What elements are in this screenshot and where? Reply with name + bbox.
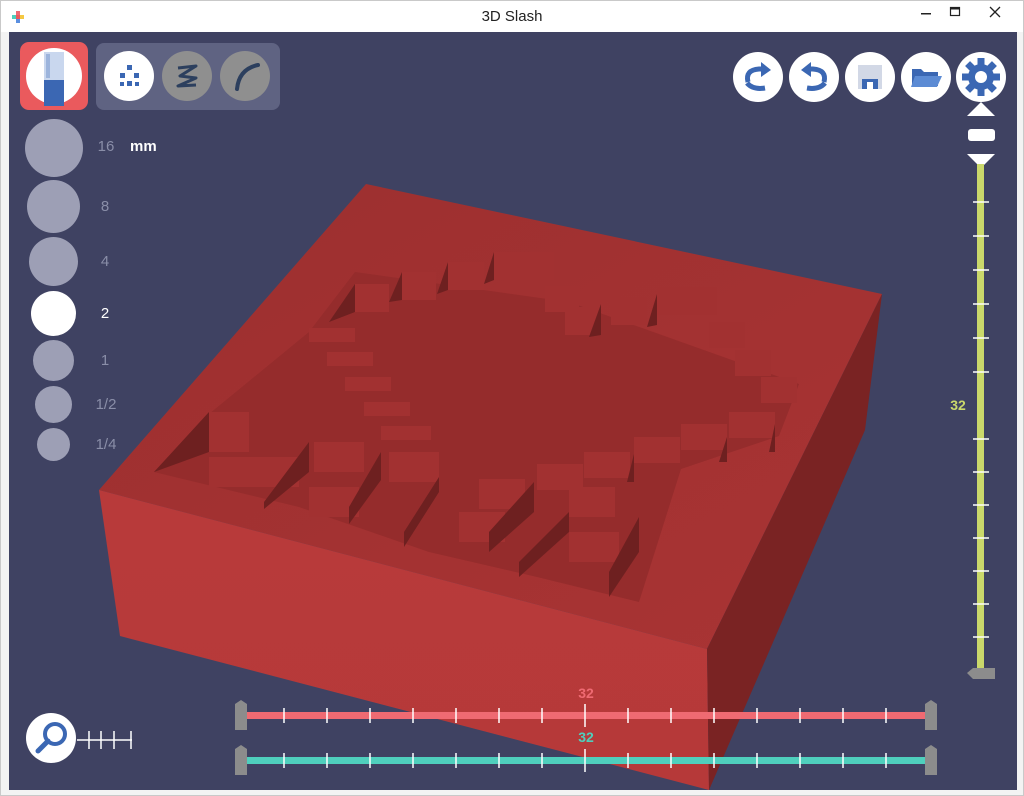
redo-button[interactable] — [733, 52, 783, 102]
brush-size-4[interactable] — [29, 237, 78, 286]
hammer-icon — [26, 48, 82, 106]
settings-button[interactable] — [956, 52, 1006, 102]
brush-size-label-half: 1/2 — [95, 396, 117, 413]
bottom-slider-value: 32 — [578, 729, 594, 745]
brush-size-quarter[interactable] — [37, 428, 70, 461]
app-window: 3D Slash 16 mm 8 4 2 1 1/2 1/4 32 32 32 — [0, 0, 1024, 796]
slider-up-arrow-icon[interactable] — [967, 102, 995, 116]
minimize-icon — [921, 13, 931, 15]
close-icon — [989, 6, 1001, 18]
unit-label: mm — [130, 138, 157, 155]
curve-tool-button[interactable] — [220, 51, 270, 101]
slider-handle[interactable] — [968, 129, 995, 141]
vertical-slider-value: 32 — [950, 397, 966, 413]
magnifier-icon — [35, 722, 67, 754]
tool-group — [96, 43, 280, 110]
vertical-depth-slider[interactable] — [959, 102, 1009, 684]
top-slider-value: 32 — [578, 685, 594, 701]
brush-size-label-1: 1 — [100, 352, 110, 369]
brush-size-2[interactable] — [31, 291, 76, 336]
top-horizontal-slider[interactable] — [231, 700, 943, 730]
dots-tool-button[interactable] — [104, 51, 154, 101]
undo-button[interactable] — [789, 52, 839, 102]
brush-size-1[interactable] — [33, 340, 74, 381]
3d-model-block[interactable] — [9, 32, 1017, 790]
vertical-slider-end-handle[interactable] — [967, 668, 995, 679]
vertical-slider-track[interactable] — [977, 164, 984, 672]
close-button[interactable] — [973, 1, 1017, 25]
open-button[interactable] — [901, 52, 951, 102]
brush-size-label-8: 8 — [100, 198, 110, 215]
brush-size-half[interactable] — [35, 386, 72, 423]
redo-arrow-icon — [745, 62, 771, 91]
minimize-button[interactable] — [910, 1, 942, 25]
zigzag-tool-button[interactable] — [162, 51, 212, 101]
zigzag-icon — [176, 64, 198, 88]
hammer-tool-button[interactable] — [20, 42, 88, 110]
zoom-scale[interactable] — [77, 728, 137, 752]
brush-size-16[interactable] — [25, 119, 83, 177]
brush-size-label-16: 16 — [97, 138, 115, 155]
brush-size-label-4: 4 — [100, 253, 110, 270]
undo-arrow-icon — [801, 62, 827, 91]
title-bar: 3D Slash — [1, 1, 1023, 32]
save-button[interactable] — [845, 52, 895, 102]
brush-size-label-quarter: 1/4 — [95, 436, 117, 453]
brush-size-8[interactable] — [27, 180, 80, 233]
maximize-button[interactable] — [939, 1, 971, 25]
window-title: 3D Slash — [481, 8, 543, 25]
maximize-icon — [949, 6, 961, 17]
brush-size-label-2: 2 — [100, 305, 110, 322]
bottom-horizontal-slider[interactable] — [231, 745, 943, 775]
gear-icon — [962, 58, 1000, 96]
zoom-button[interactable] — [26, 713, 76, 763]
floppy-disk-icon — [858, 65, 882, 89]
curve-icon — [235, 63, 260, 91]
folder-open-icon — [911, 69, 942, 87]
dots-pattern-icon — [120, 65, 139, 86]
3d-viewport[interactable]: 16 mm 8 4 2 1 1/2 1/4 32 32 32 — [9, 32, 1017, 790]
